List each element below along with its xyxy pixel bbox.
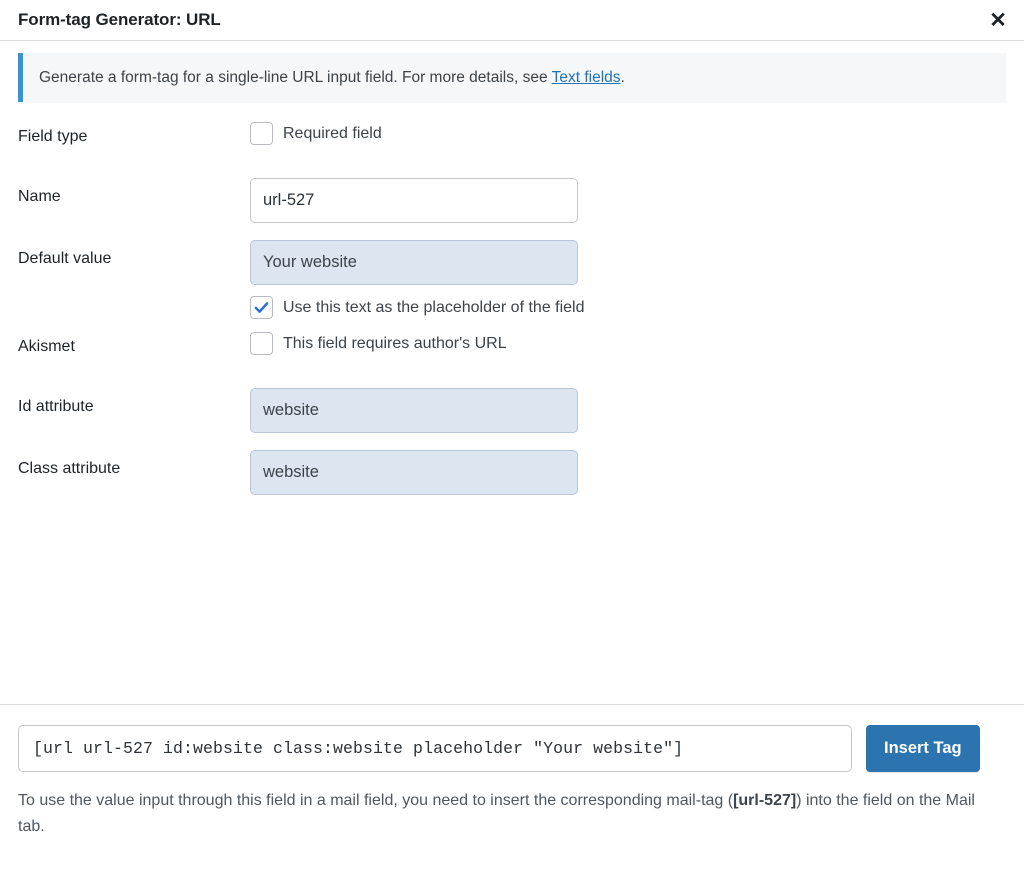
- insert-tag-button[interactable]: Insert Tag: [866, 725, 980, 772]
- required-field-check-line[interactable]: Required field: [250, 118, 1006, 146]
- close-icon[interactable]: ✕: [980, 2, 1016, 38]
- text-fields-link[interactable]: Text fields: [552, 69, 621, 86]
- form-row-akismet: Akismet This field requires author's URL: [18, 328, 1006, 388]
- akismet-check-line[interactable]: This field requires author's URL: [250, 328, 1006, 356]
- name-input[interactable]: [250, 178, 578, 224]
- help-mail-tag: [url-527]: [733, 792, 797, 809]
- class-attribute-input[interactable]: [250, 450, 578, 496]
- page-title: Form-tag Generator: URL: [18, 10, 221, 29]
- required-field-checkbox[interactable]: [250, 122, 273, 146]
- placeholder-check-line[interactable]: Use this text as the placeholder of the …: [250, 292, 1006, 320]
- default-value-input[interactable]: [250, 240, 578, 286]
- notice-text-before: Generate a form-tag for a single-line UR…: [39, 69, 552, 86]
- control-class-attribute: [250, 450, 1006, 496]
- form-row-class-attribute: Class attribute: [18, 450, 1006, 512]
- label-class-attribute: Class attribute: [18, 460, 121, 478]
- form-row-default-value: Default value Use this text as the place…: [18, 240, 1006, 328]
- use-as-placeholder-checkbox[interactable]: [250, 296, 273, 320]
- use-as-placeholder-label: Use this text as the placeholder of the …: [283, 298, 585, 316]
- mail-tag-help-text: To use the value input through this fiel…: [18, 788, 978, 841]
- required-field-label: Required field: [283, 124, 382, 142]
- label-field-type: Field type: [18, 128, 88, 146]
- control-name: [250, 178, 1006, 224]
- label-default-value: Default value: [18, 250, 112, 268]
- control-default-value: Use this text as the placeholder of the …: [250, 240, 1006, 320]
- description-notice: Generate a form-tag for a single-line UR…: [18, 53, 1006, 103]
- notice-wrapper: Generate a form-tag for a single-line UR…: [0, 41, 1024, 103]
- form-row-field-type: Field type Required field: [18, 118, 1006, 178]
- tag-output-row: Insert Tag: [18, 725, 1006, 772]
- control-field-type: Required field: [250, 118, 1006, 146]
- modal-header: Form-tag Generator: URL ✕: [0, 0, 1024, 41]
- modal-footer: Insert Tag To use the value input throug…: [0, 704, 1024, 880]
- control-id-attribute: [250, 388, 1006, 434]
- control-akismet: This field requires author's URL: [250, 328, 1006, 356]
- id-attribute-input[interactable]: [250, 388, 578, 434]
- label-name: Name: [18, 188, 61, 206]
- akismet-author-url-checkbox[interactable]: [250, 332, 273, 356]
- form-table: Field type Required field Name Default v…: [0, 102, 1024, 512]
- form-row-name: Name: [18, 178, 1006, 240]
- help-text-part1: To use the value input through this fiel…: [18, 792, 734, 809]
- generated-tag-input[interactable]: [18, 725, 852, 772]
- form-row-id-attribute: Id attribute: [18, 388, 1006, 450]
- label-akismet: Akismet: [18, 338, 75, 356]
- label-id-attribute: Id attribute: [18, 398, 94, 416]
- notice-text-after: .: [620, 69, 625, 86]
- akismet-author-url-label: This field requires author's URL: [283, 334, 507, 352]
